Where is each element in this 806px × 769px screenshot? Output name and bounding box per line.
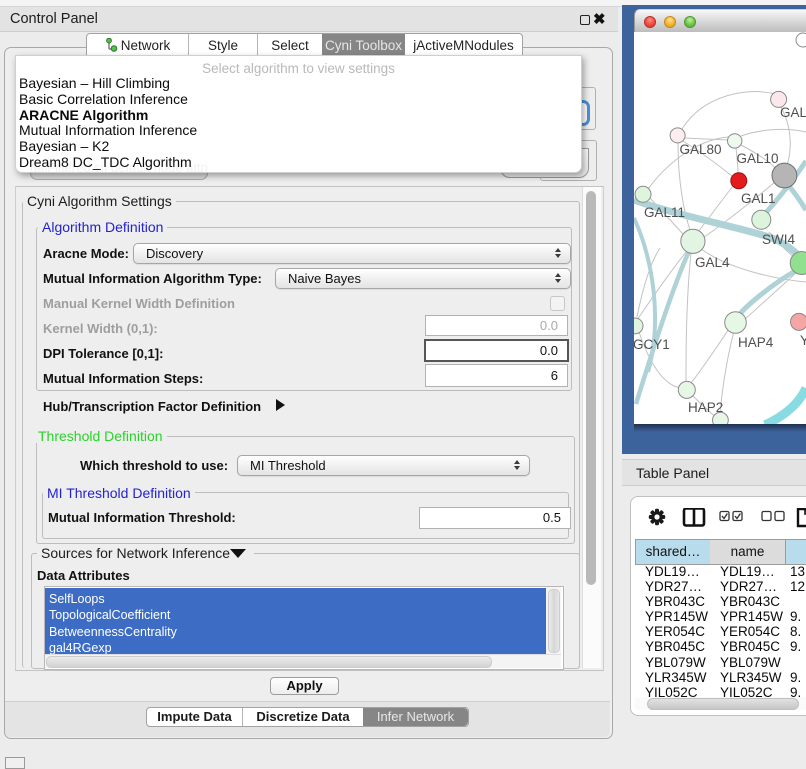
svg-text:Y: Y xyxy=(800,333,806,348)
svg-text:GAL: GAL xyxy=(780,105,806,120)
svg-text:GAL10: GAL10 xyxy=(737,151,779,166)
svg-text:GAL11: GAL11 xyxy=(644,205,685,220)
svg-text:GAL80: GAL80 xyxy=(680,142,722,157)
svg-text:GCY1: GCY1 xyxy=(634,337,670,352)
svg-text:SWI4: SWI4 xyxy=(762,232,795,247)
svg-text:GAL1: GAL1 xyxy=(741,191,776,206)
svg-text:GAL4: GAL4 xyxy=(695,255,730,270)
svg-text:HAP2: HAP2 xyxy=(688,400,723,415)
svg-text:HAP4: HAP4 xyxy=(738,335,774,350)
